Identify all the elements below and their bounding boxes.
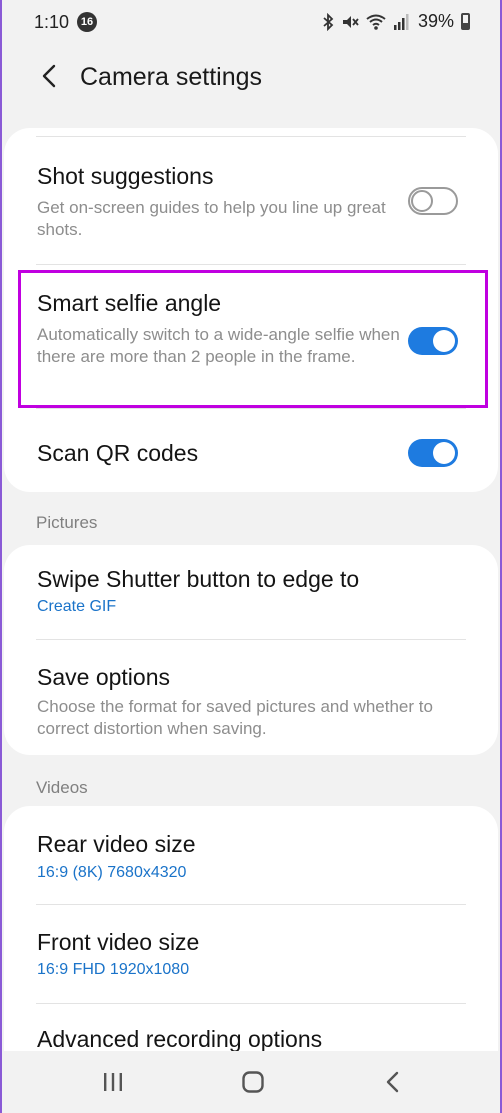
home-icon [242, 1071, 264, 1093]
toggle-knob [411, 190, 433, 212]
settings-card-videos: Rear video size 16:9 (8K) 7680x4320 Fron… [4, 806, 498, 1066]
recent-apps-icon [104, 1073, 122, 1091]
setting-title: Rear video size [37, 831, 196, 857]
chevron-left-icon [386, 1071, 399, 1093]
divider [36, 136, 466, 137]
back-arrow-icon [42, 64, 56, 88]
scan-qr-toggle[interactable] [408, 439, 458, 467]
setting-title: Save options [37, 664, 170, 690]
bluetooth-icon [323, 12, 334, 31]
shot-suggestions-toggle[interactable] [408, 187, 458, 215]
setting-value: 16:9 (8K) 7680x4320 [37, 864, 187, 881]
navigation-bar [2, 1051, 500, 1113]
setting-description: Choose the format for saved pictures and… [37, 697, 433, 738]
setting-rear-video-size[interactable]: Rear video size 16:9 (8K) 7680x4320 [4, 806, 498, 904]
battery-icon [461, 13, 470, 30]
setting-description: Get on-screen guides to help you line up… [37, 198, 386, 239]
wifi-icon [366, 14, 386, 30]
section-header-videos: Videos [36, 778, 88, 797]
recent-apps-button[interactable] [95, 1067, 131, 1097]
screen: 1:10 16 39% Camera settings Shot suggest… [0, 0, 502, 1113]
status-icons: 39% [322, 11, 470, 32]
app-header: Camera settings [2, 46, 500, 108]
back-button[interactable] [34, 58, 64, 94]
settings-card-pictures: Swipe Shutter button to edge to Create G… [4, 545, 498, 755]
signal-icon [393, 13, 409, 30]
setting-title: Shot suggestions [37, 163, 214, 189]
setting-value: Create GIF [37, 598, 117, 615]
home-button[interactable] [235, 1067, 271, 1097]
highlight-box [18, 270, 488, 408]
setting-save-options[interactable]: Save options Choose the format for saved… [4, 640, 498, 752]
status-bar: 1:10 16 39% [2, 0, 500, 46]
section-header-pictures: Pictures [36, 513, 98, 532]
setting-front-video-size[interactable]: Front video size 16:9 FHD 1920x1080 [4, 905, 498, 1003]
mute-icon [342, 15, 359, 28]
battery-percent: 39% [417, 11, 454, 31]
notification-count-badge: 16 [77, 12, 97, 32]
toggle-knob [433, 442, 455, 464]
page-title: Camera settings [80, 63, 263, 91]
setting-title: Swipe Shutter button to edge to [37, 566, 360, 592]
setting-scan-qr-codes[interactable]: Scan QR codes [4, 409, 498, 489]
setting-title: Scan QR codes [37, 440, 199, 466]
setting-swipe-shutter[interactable]: Swipe Shutter button to edge to Create G… [4, 545, 498, 639]
status-time: 1:10 [34, 12, 70, 32]
setting-shot-suggestions[interactable]: Shot suggestions Get on-screen guides to… [4, 148, 498, 264]
setting-value: 16:9 FHD 1920x1080 [37, 961, 190, 978]
nav-back-button[interactable] [375, 1067, 411, 1097]
setting-title: Front video size [37, 929, 200, 955]
setting-title: Advanced recording options [37, 1026, 323, 1052]
